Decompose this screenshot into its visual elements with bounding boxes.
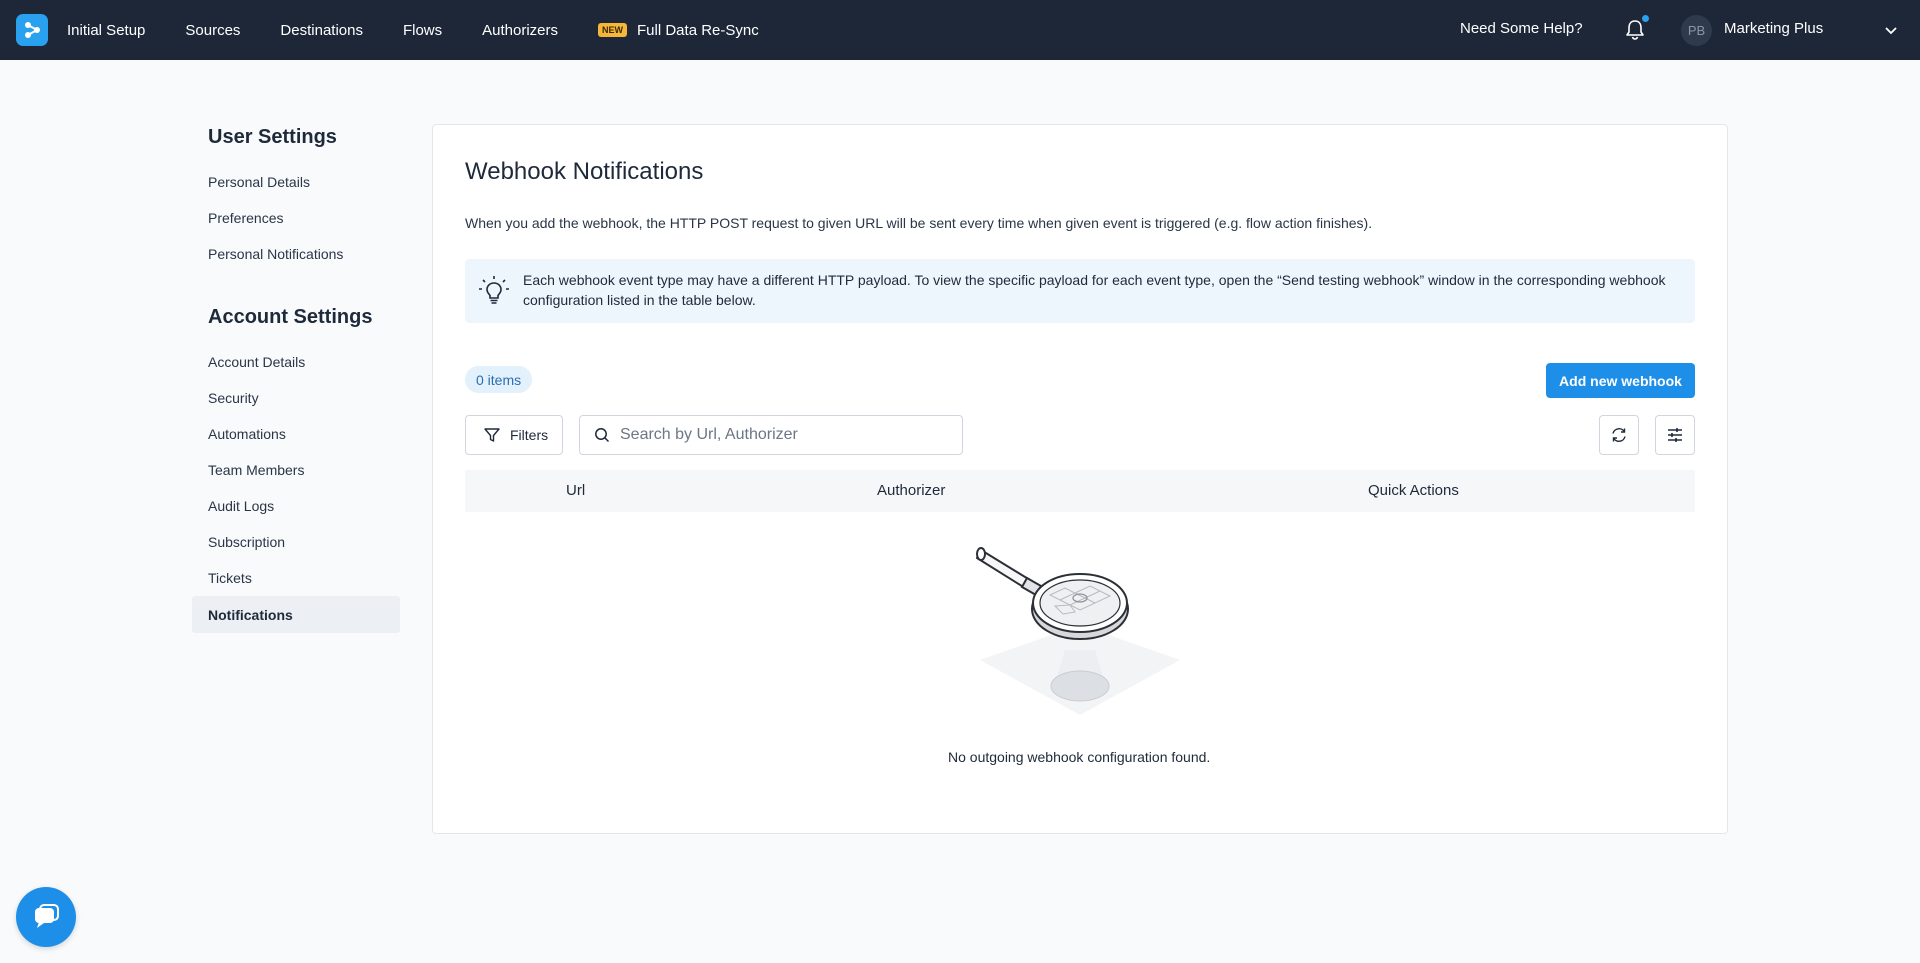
app-logo-icon[interactable]: [16, 14, 48, 46]
nav-full-data-resync-label: Full Data Re-Sync: [637, 21, 759, 39]
lightbulb-icon: [479, 276, 509, 304]
chevron-down-icon[interactable]: [1883, 22, 1899, 38]
sidebar-item-tickets[interactable]: Tickets: [192, 559, 400, 596]
sidebar-item-audit-logs[interactable]: Audit Logs: [192, 487, 400, 524]
sidebar-item-personal-notifications[interactable]: Personal Notifications: [192, 235, 400, 272]
user-settings-heading: User Settings: [208, 126, 337, 148]
filters-button-label: Filters: [510, 427, 549, 443]
info-callout-text: Each webhook event type may have a diffe…: [523, 272, 1666, 308]
empty-search-illustration: [976, 547, 1180, 715]
sidebar-item-subscription[interactable]: Subscription: [192, 523, 400, 560]
search-input[interactable]: [620, 426, 940, 444]
page-description: When you add the webhook, the HTTP POST …: [465, 215, 1373, 231]
nav-destinations[interactable]: Destinations: [280, 22, 363, 39]
column-header-quick-actions: Quick Actions: [1368, 482, 1459, 499]
sidebar-item-personal-details[interactable]: Personal Details: [192, 163, 400, 200]
new-badge: NEW: [598, 23, 628, 37]
sidebar-item-account-details[interactable]: Account Details: [192, 343, 400, 380]
notification-dot: [1642, 15, 1649, 22]
search-icon: [595, 428, 610, 443]
nav-flows[interactable]: Flows: [403, 22, 442, 39]
items-count-badge: 0 items: [465, 366, 533, 393]
refresh-icon: [1612, 428, 1626, 442]
sidebar-item-automations[interactable]: Automations: [192, 415, 400, 452]
nav-sources[interactable]: Sources: [185, 22, 240, 39]
account-settings-heading: Account Settings: [208, 306, 373, 328]
chat-launcher[interactable]: [16, 887, 76, 947]
account-name[interactable]: Marketing Plus: [1724, 20, 1823, 37]
main-nav: Initial Setup Sources Destinations Flows…: [67, 0, 799, 60]
refresh-button[interactable]: [1599, 415, 1639, 455]
nav-authorizers[interactable]: Authorizers: [482, 22, 558, 39]
column-header-authorizer[interactable]: Authorizer: [877, 482, 945, 499]
avatar[interactable]: PB: [1681, 15, 1712, 46]
sidebar-item-security[interactable]: Security: [192, 379, 400, 416]
empty-state-message: No outgoing webhook configuration found.: [948, 749, 1211, 765]
search-field[interactable]: [579, 415, 963, 455]
sidebar-item-preferences[interactable]: Preferences: [192, 199, 400, 236]
help-link[interactable]: Need Some Help?: [1460, 20, 1583, 37]
nav-full-data-resync[interactable]: NEW Full Data Re-Sync: [598, 22, 759, 39]
nav-initial-setup[interactable]: Initial Setup: [67, 22, 145, 39]
chat-icon: [35, 904, 59, 928]
filters-button[interactable]: Filters: [465, 415, 563, 455]
filter-icon: [484, 428, 500, 442]
info-callout: Each webhook event type may have a diffe…: [465, 259, 1695, 323]
top-navigation-bar: Initial Setup Sources Destinations Flows…: [0, 0, 1920, 60]
column-header-url[interactable]: Url: [566, 482, 585, 499]
settings-sliders-icon: [1668, 428, 1682, 442]
page-title: Webhook Notifications: [465, 158, 704, 185]
add-new-webhook-button[interactable]: Add new webhook: [1546, 363, 1695, 398]
sidebar-item-notifications[interactable]: Notifications: [192, 596, 400, 633]
table-header: Url Authorizer Quick Actions: [465, 470, 1695, 512]
table-settings-button[interactable]: [1655, 415, 1695, 455]
sidebar-item-team-members[interactable]: Team Members: [192, 451, 400, 488]
